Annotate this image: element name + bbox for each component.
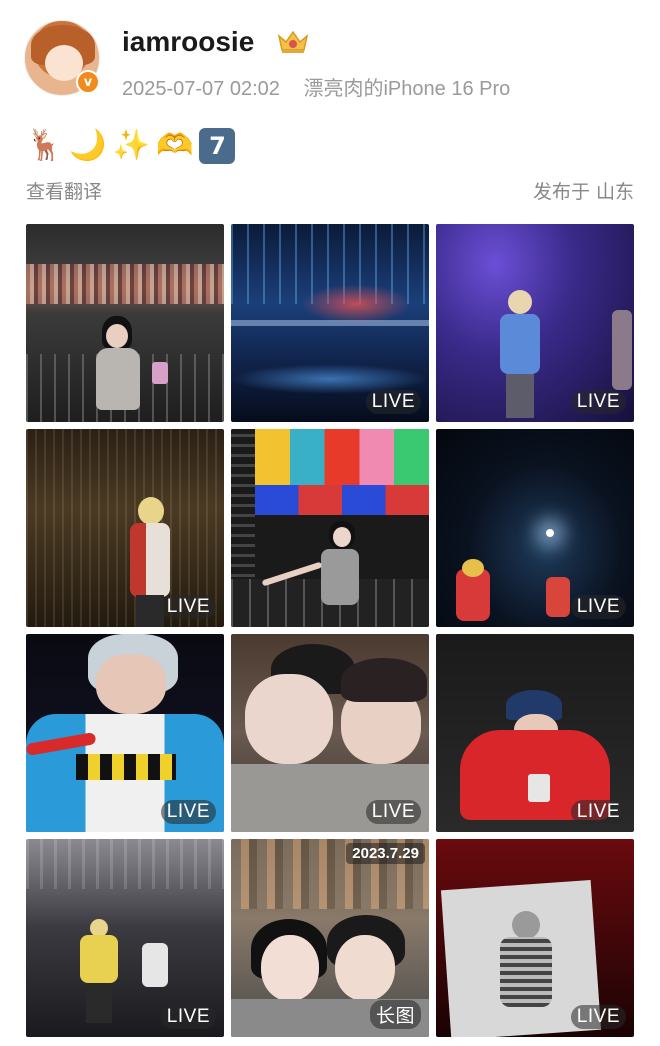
sparkles-emoji: ✨ xyxy=(112,128,151,163)
photo-tile[interactable]: LIVE xyxy=(26,839,224,1037)
photo-tile[interactable]: LIVE xyxy=(436,839,634,1037)
photo-tile[interactable]: LIVE xyxy=(231,634,429,832)
photo-tile[interactable]: 2023.7.29 长图 xyxy=(231,839,429,1037)
post-header: v iamroosie 2025-07-07 02:02 漂亮肉的iPhone … xyxy=(24,20,636,100)
live-badge: LIVE xyxy=(570,390,626,414)
keycap-seven-emoji: 7 xyxy=(199,128,236,164)
post-meta: 2025-07-07 02:02 漂亮肉的iPhone 16 Pro xyxy=(122,72,510,101)
post-device: 漂亮肉的iPhone 16 Pro xyxy=(303,78,511,100)
date-badge: 2023.7.29 xyxy=(346,843,425,864)
post-timestamp: 2025-07-07 02:02 xyxy=(122,78,280,100)
post-text: 🦌 🌙 ✨ 🫶 7 xyxy=(26,126,236,166)
verified-icon: v xyxy=(76,70,100,94)
heart-hands-emoji: 🫶 xyxy=(156,128,194,163)
photo-tile[interactable]: LIVE xyxy=(436,634,634,832)
live-badge: LIVE xyxy=(160,1005,216,1029)
photo-tile[interactable]: LIVE xyxy=(436,429,634,627)
live-badge: LIVE xyxy=(570,1005,626,1029)
photo-tile[interactable]: LIVE xyxy=(26,634,224,832)
live-badge: LIVE xyxy=(570,595,626,619)
moon-emoji: 🌙 xyxy=(69,128,107,163)
photo-tile[interactable]: LIVE xyxy=(436,224,634,422)
deer-emoji: 🦌 xyxy=(26,128,64,163)
live-badge: LIVE xyxy=(160,800,216,824)
username[interactable]: iamroosie xyxy=(122,26,254,58)
location-label: 发布于 山东 xyxy=(532,181,634,203)
translate-link[interactable]: 查看翻译 xyxy=(26,177,102,204)
photo-tile[interactable]: LIVE xyxy=(26,429,224,627)
live-badge: LIVE xyxy=(365,800,421,824)
crown-badge-icon[interactable] xyxy=(276,28,310,54)
photo-tile[interactable] xyxy=(231,429,429,627)
photo-tile[interactable]: LIVE xyxy=(231,224,429,422)
live-badge: LIVE xyxy=(365,390,421,414)
long-image-badge: 长图 xyxy=(369,1000,421,1029)
photo-grid: LIVE LIVE LIVE LIVE LIVE LIVE LIVE LIVE … xyxy=(26,224,634,1037)
live-badge: LIVE xyxy=(570,800,626,824)
live-badge: LIVE xyxy=(160,595,216,619)
photo-tile[interactable] xyxy=(26,224,224,422)
